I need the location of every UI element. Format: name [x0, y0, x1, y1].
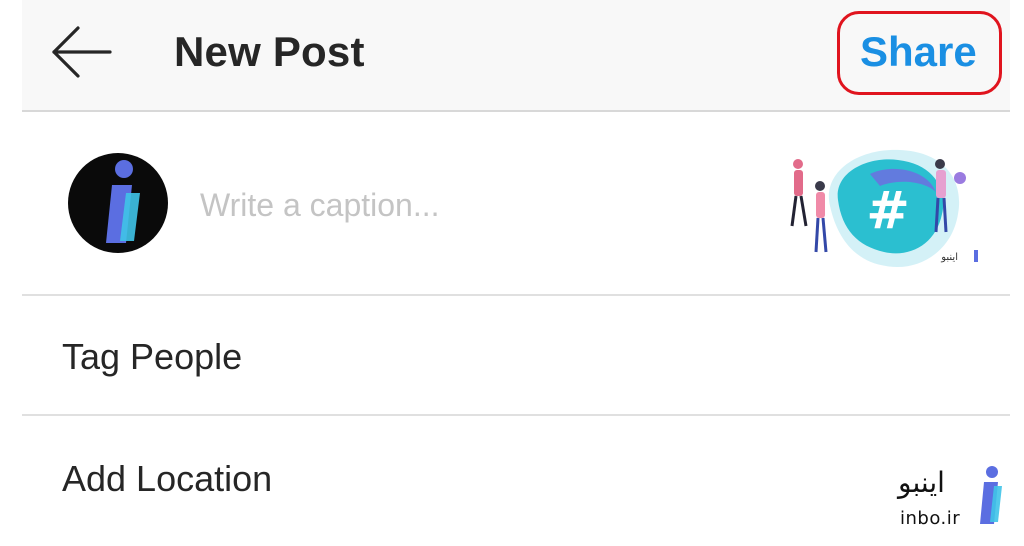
inbo-logo-icon — [980, 466, 1002, 524]
inbo-logo-icon — [106, 160, 140, 243]
person-figure-middle — [814, 181, 828, 253]
avatar[interactable] — [68, 153, 168, 253]
back-button[interactable] — [50, 22, 114, 82]
tag-people-label: Tag People — [62, 336, 243, 377]
thumbnail-logo-text: اینبو — [940, 252, 958, 263]
person-figure-left — [790, 159, 808, 227]
arrow-left-icon — [52, 26, 112, 78]
hashtag-illustration-image: # اینبو — [790, 149, 978, 268]
share-button[interactable]: Share — [860, 28, 977, 76]
inbo-watermark: اینبو inbo.ir — [878, 460, 1018, 540]
tag-people-row[interactable]: Tag People — [22, 296, 1010, 416]
add-location-row[interactable]: Add Location — [22, 416, 1010, 546]
post-thumbnail[interactable]: # اینبو — [750, 134, 980, 284]
caption-row: # اینبو — [22, 114, 1010, 296]
top-app-bar: New Post Share — [22, 0, 1010, 112]
caption-input[interactable] — [200, 180, 720, 230]
page-title: New Post — [174, 28, 365, 75]
add-location-label: Add Location — [62, 458, 273, 499]
hashtag-symbol: # — [866, 181, 910, 241]
watermark-text-en: inbo.ir — [900, 508, 961, 529]
watermark-text-fa: اینبو — [898, 466, 945, 499]
